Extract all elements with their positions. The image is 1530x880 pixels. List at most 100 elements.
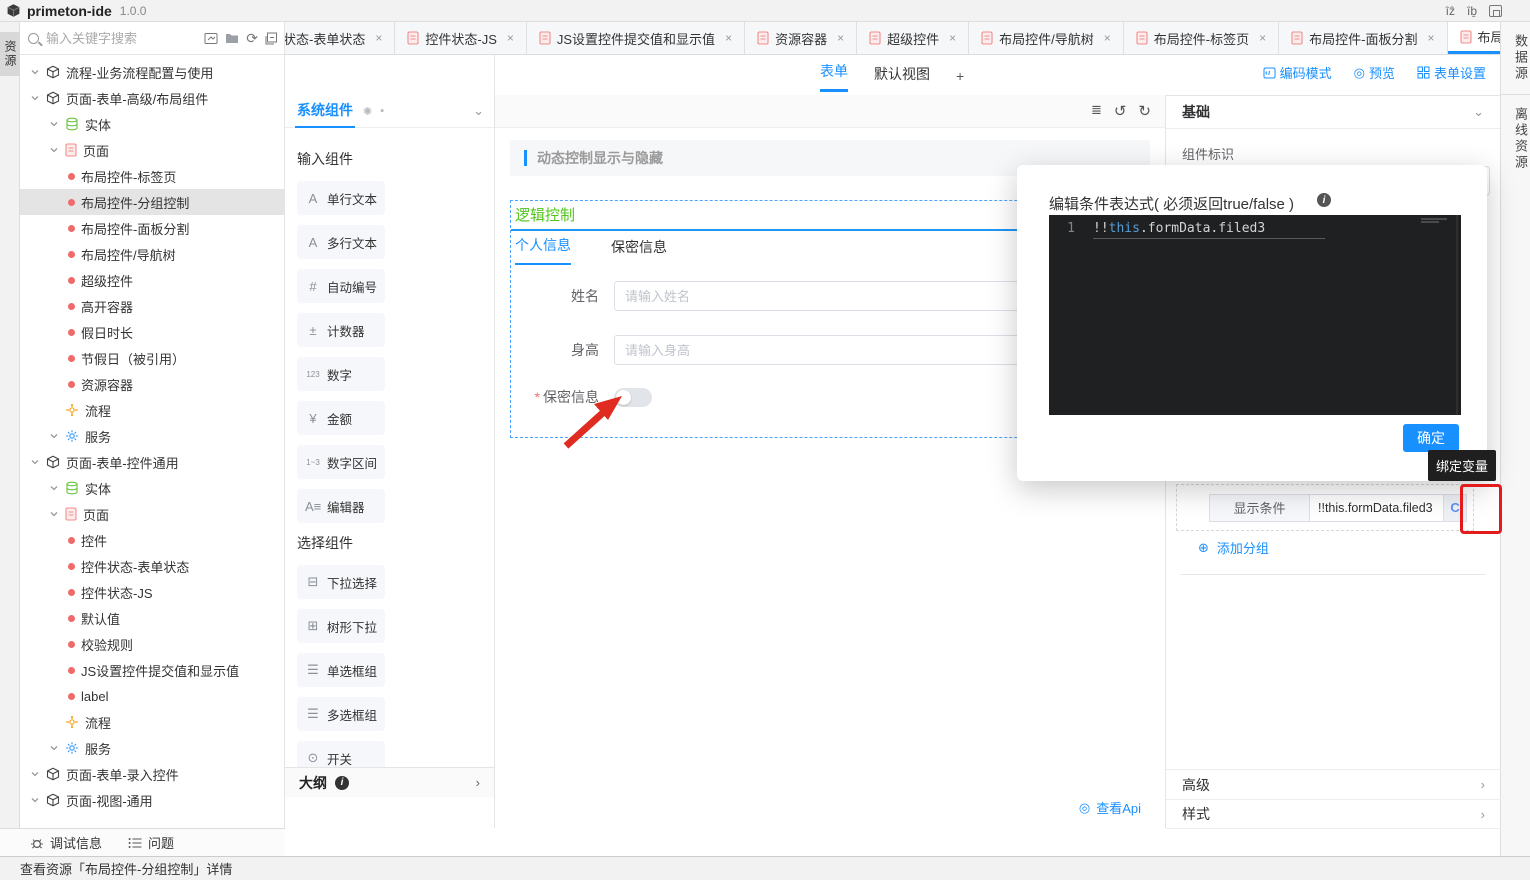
tree-item[interactable]: 布局控件-分组控制 bbox=[20, 189, 284, 215]
code-mode-button[interactable]: 编码模式 bbox=[1263, 63, 1332, 82]
undo-icon[interactable]: ↺ bbox=[1114, 102, 1127, 120]
tree-item[interactable]: 服务 bbox=[20, 735, 284, 761]
search-input[interactable] bbox=[46, 31, 156, 46]
expand-chevron-icon[interactable] bbox=[49, 483, 59, 493]
tree-item[interactable]: 流程 bbox=[20, 709, 284, 735]
tree-item[interactable]: 页面-表单-控件通用 bbox=[20, 449, 284, 475]
tab-default-view[interactable]: 默认视图 bbox=[874, 64, 930, 92]
chevron-right-icon[interactable]: › bbox=[476, 775, 480, 790]
rail-item-datasource[interactable]: 数据源 bbox=[1501, 22, 1530, 94]
tree-item[interactable]: 实体 bbox=[20, 111, 284, 137]
chevron-down-icon[interactable]: ⌄ bbox=[473, 103, 484, 119]
palette-item[interactable]: 123数字 bbox=[297, 357, 385, 391]
tree-item[interactable]: 流程-业务流程配置与使用 bbox=[20, 59, 284, 85]
palette-item[interactable]: ⊞树形下拉 bbox=[297, 609, 385, 643]
palette-item[interactable]: ±计数器 bbox=[297, 313, 385, 347]
editor-tab[interactable]: 布局控件-标签页× bbox=[1124, 22, 1279, 54]
expand-chevron-icon[interactable] bbox=[49, 509, 59, 519]
palette-item[interactable]: A多行文本 bbox=[297, 225, 385, 259]
code-editor[interactable]: 1 !!this.formData.filed3 bbox=[1049, 215, 1461, 415]
close-icon[interactable]: × bbox=[1104, 31, 1111, 45]
tree-item[interactable]: 流程 bbox=[20, 397, 284, 423]
tree-item[interactable]: 默认值 bbox=[20, 605, 284, 631]
expand-chevron-icon[interactable] bbox=[30, 67, 40, 77]
tree-item[interactable]: 页面-表单-高级/布局组件 bbox=[20, 85, 284, 111]
group-tab-personal[interactable]: 个人信息 bbox=[515, 235, 571, 265]
folder-icon[interactable] bbox=[225, 32, 239, 44]
tree-item[interactable]: 布局控件/导航树 bbox=[20, 241, 284, 267]
palette-item[interactable]: ☰单选框组 bbox=[297, 653, 385, 687]
tab-form[interactable]: 表单 bbox=[820, 61, 848, 92]
add-view-button[interactable]: + bbox=[956, 68, 964, 92]
editor-tab[interactable]: 超级控件× bbox=[857, 22, 969, 54]
form-settings-button[interactable]: 表单设置 bbox=[1417, 63, 1486, 82]
tree-item[interactable]: 节假日（被引用） bbox=[20, 345, 284, 371]
tree-item[interactable]: 页面 bbox=[20, 501, 284, 527]
rail-item-offline-resources[interactable]: 离线资源 bbox=[1501, 94, 1530, 183]
close-icon[interactable]: × bbox=[1427, 31, 1434, 45]
close-icon[interactable]: × bbox=[375, 31, 382, 45]
editor-tab[interactable]: 布局控件-面板分割× bbox=[1279, 22, 1447, 54]
editor-tab[interactable]: 布局控件-分组控制× bbox=[1448, 22, 1501, 54]
tree-item[interactable]: 布局控件-标签页 bbox=[20, 163, 284, 189]
condition-input[interactable]: !!this.formData.filed3 bbox=[1309, 494, 1444, 522]
tree-item[interactable]: 布局控件-面板分割 bbox=[20, 215, 284, 241]
info-icon[interactable]: i bbox=[1317, 193, 1331, 207]
rail-item-resources[interactable]: 资源 bbox=[0, 32, 21, 76]
preview-button[interactable]: ◎预览 bbox=[1354, 63, 1395, 82]
editor-tab[interactable]: 控件状态-表单状态× bbox=[285, 22, 395, 54]
debug-info-button[interactable]: 调试信息 bbox=[30, 833, 102, 852]
tree-item[interactable]: 控件 bbox=[20, 527, 284, 553]
tree-item[interactable]: label bbox=[20, 683, 284, 709]
collapse-all-icon[interactable] bbox=[265, 32, 278, 45]
expand-chevron-icon[interactable] bbox=[49, 145, 59, 155]
outline-list-icon[interactable]: ≣ bbox=[1091, 102, 1102, 120]
redo-icon[interactable]: ↻ bbox=[1138, 102, 1151, 120]
palette-item[interactable]: 1~3数字区间 bbox=[297, 445, 385, 479]
tree-item[interactable]: 页面-表单-录入控件 bbox=[20, 761, 284, 787]
tree-item[interactable]: 校验规则 bbox=[20, 631, 284, 657]
tree-item[interactable]: 高开容器 bbox=[20, 293, 284, 319]
close-icon[interactable]: × bbox=[725, 31, 732, 45]
problems-button[interactable]: 问题 bbox=[128, 833, 174, 852]
expand-chevron-icon[interactable] bbox=[30, 457, 40, 467]
view-api-link[interactable]: ◎ 查看Api bbox=[1079, 798, 1141, 817]
tree-item[interactable]: 实体 bbox=[20, 475, 284, 501]
editor-tab[interactable]: 资源容器× bbox=[745, 22, 857, 54]
palette-item[interactable]: A单行文本 bbox=[297, 181, 385, 215]
tree-item[interactable]: 超级控件 bbox=[20, 267, 284, 293]
tree-item[interactable]: 页面-视图-通用 bbox=[20, 787, 284, 813]
condition-code-button[interactable]: C bbox=[1444, 494, 1467, 522]
save-icon[interactable] bbox=[1489, 5, 1502, 17]
expand-chevron-icon[interactable] bbox=[30, 93, 40, 103]
editor-scrollbar[interactable] bbox=[1456, 215, 1458, 415]
palette-item[interactable]: A≡编辑器 bbox=[297, 489, 385, 523]
tree-item[interactable]: 资源容器 bbox=[20, 371, 284, 397]
editor-tab[interactable]: 布局控件/导航树× bbox=[969, 22, 1124, 54]
group-tab-secret[interactable]: 保密信息 bbox=[611, 237, 667, 265]
section-advanced[interactable]: 高级› bbox=[1166, 769, 1501, 799]
expand-chevron-icon[interactable] bbox=[49, 119, 59, 129]
tree-item[interactable]: 服务 bbox=[20, 423, 284, 449]
sort-az-icon[interactable]: îẑ bbox=[1446, 4, 1455, 18]
close-icon[interactable]: × bbox=[949, 31, 956, 45]
inspector-header[interactable]: 基础 ⌄ bbox=[1166, 96, 1500, 129]
expand-chevron-icon[interactable] bbox=[30, 795, 40, 805]
expand-chevron-icon[interactable] bbox=[49, 431, 59, 441]
expand-chevron-icon[interactable] bbox=[30, 769, 40, 779]
export-icon[interactable] bbox=[204, 32, 218, 45]
secret-toggle[interactable] bbox=[614, 388, 652, 407]
editor-tab[interactable]: 控件状态-JS× bbox=[395, 22, 527, 54]
tree-item[interactable]: 控件状态-表单状态 bbox=[20, 553, 284, 579]
section-style[interactable]: 样式› bbox=[1166, 799, 1501, 829]
palette-item[interactable]: ⊟下拉选择 bbox=[297, 565, 385, 599]
palette-item[interactable]: ☰多选框组 bbox=[297, 697, 385, 731]
tree-item[interactable]: 控件状态-JS bbox=[20, 579, 284, 605]
tree-item[interactable]: 假日时长 bbox=[20, 319, 284, 345]
tab-system-components[interactable]: 系统组件 bbox=[295, 94, 355, 128]
close-icon[interactable]: × bbox=[507, 31, 514, 45]
refresh-icon[interactable]: ⟳ bbox=[246, 30, 258, 47]
add-group-link[interactable]: ⊕ 添加分组 bbox=[1198, 538, 1269, 557]
close-icon[interactable]: × bbox=[1259, 31, 1266, 45]
expand-chevron-icon[interactable] bbox=[49, 743, 59, 753]
